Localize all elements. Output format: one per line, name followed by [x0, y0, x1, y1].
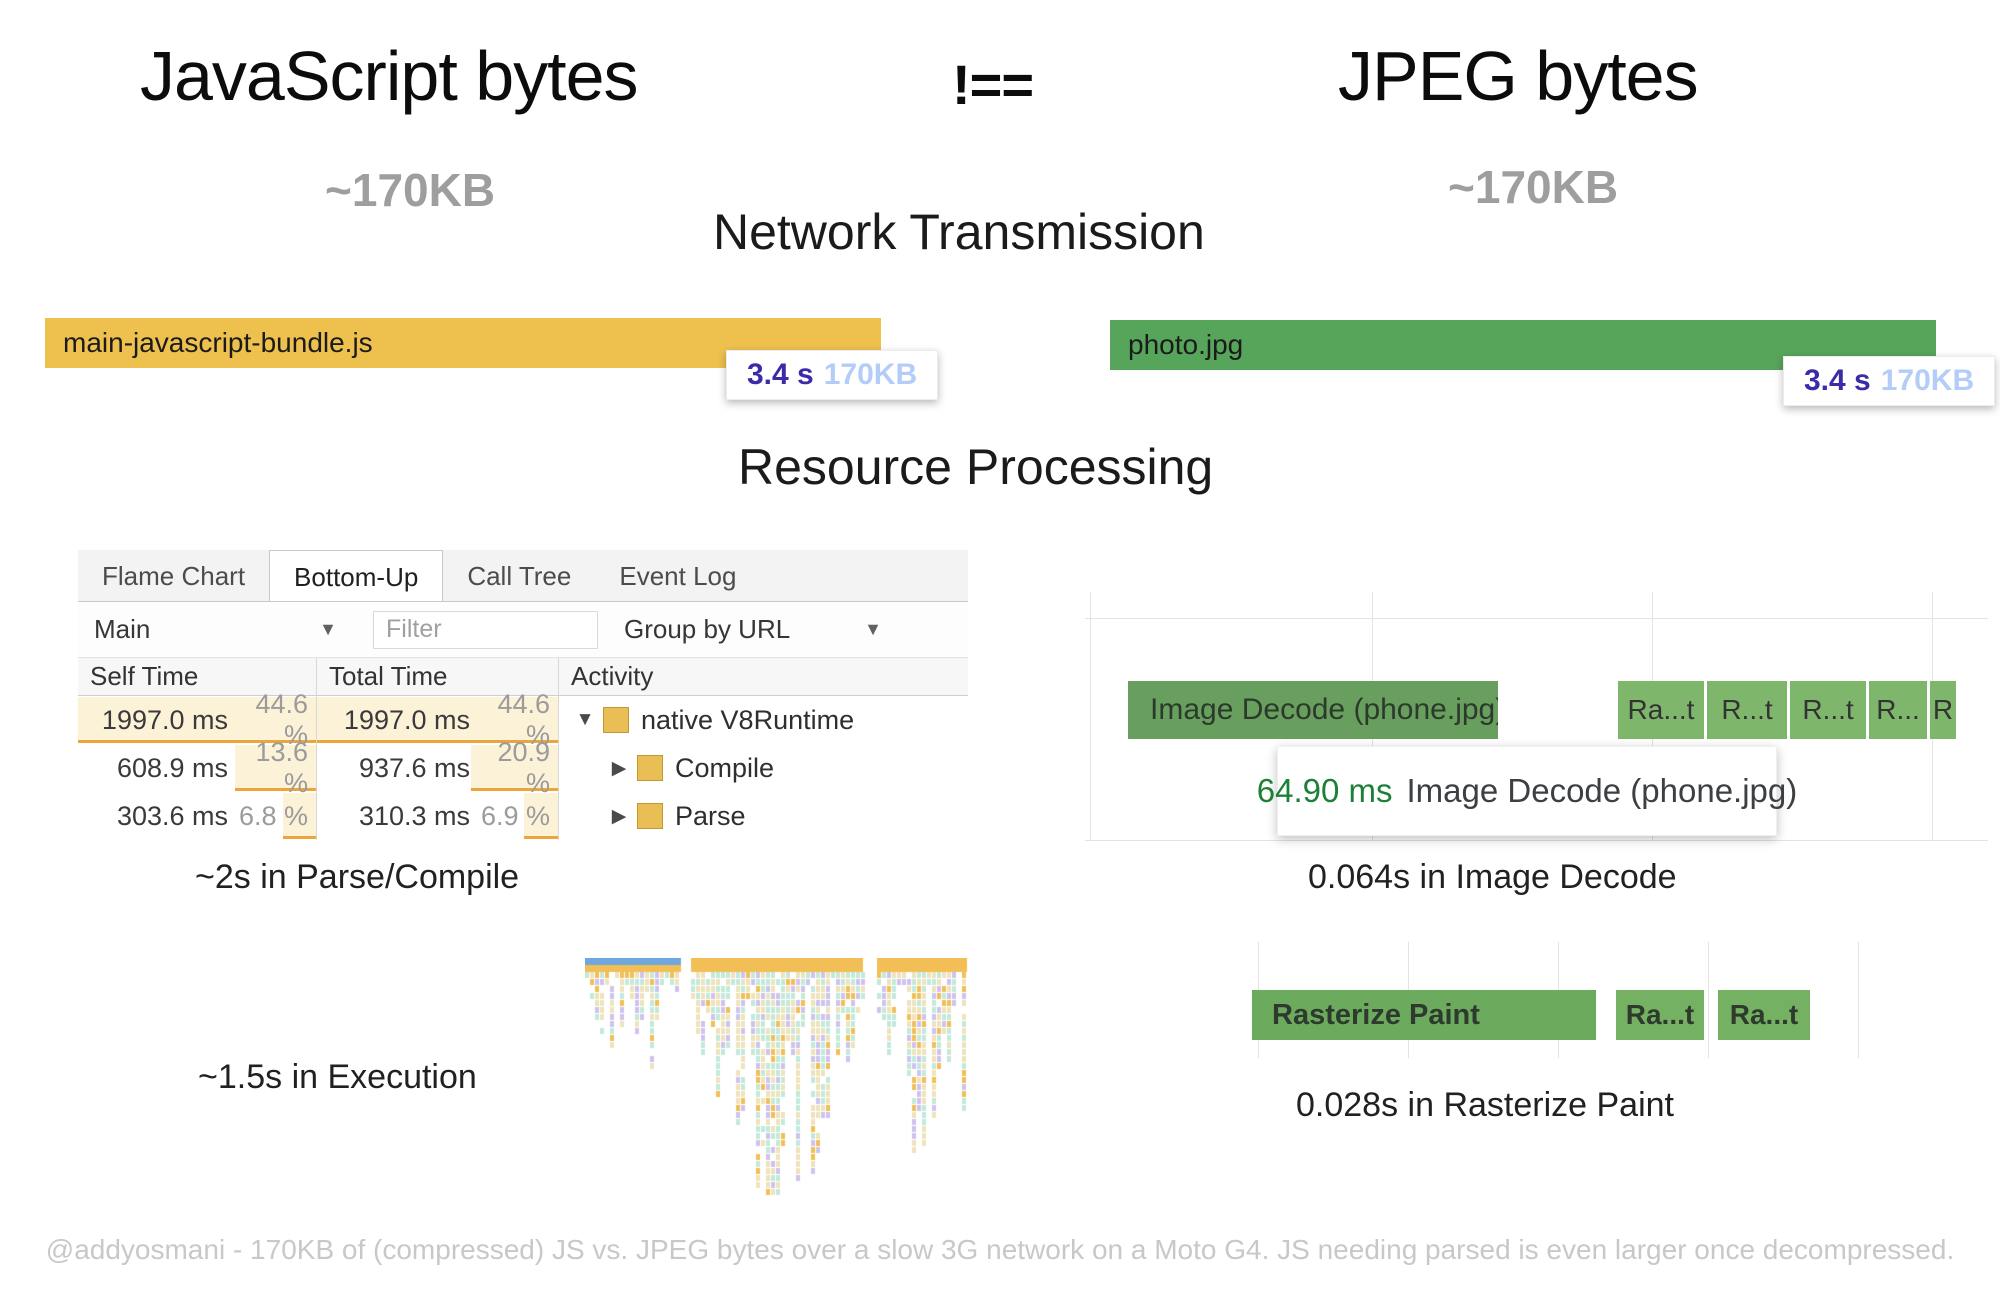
total-time-cell: 937.6 ms 20.9 %: [317, 744, 559, 792]
timeline-gridline: [1085, 840, 1988, 841]
attribution-footer: @addyosmani - 170KB of (compressed) JS v…: [0, 1234, 2000, 1266]
self-pct: 13.6 %: [228, 737, 308, 799]
timeline-gridline: [1090, 592, 1091, 840]
tab-event-log[interactable]: Event Log: [595, 550, 760, 601]
self-pct: 6.8 %: [228, 801, 308, 832]
raster-task-bar: R...t: [1790, 681, 1866, 739]
main-thread-select-value: Main: [94, 614, 150, 645]
chevron-down-icon: ▼: [319, 619, 337, 640]
rasterize-paint-caption: 0.028s in Rasterize Paint: [1296, 1086, 1674, 1125]
decode-tooltip-time: 64.90 ms: [1257, 772, 1393, 810]
jpeg-network-tooltip: 3.4 s 170KB: [1783, 356, 1995, 406]
self-ms: 1997.0 ms: [82, 705, 228, 736]
js-size-label: ~170KB: [325, 163, 495, 217]
rasterize-paint-bar: Rasterize Paint: [1252, 990, 1596, 1040]
title-jpeg-bytes: JPEG bytes: [1338, 36, 1698, 116]
jpeg-tooltip-size: 170KB: [1881, 364, 1974, 397]
activity-cell: ▶ Compile: [559, 744, 968, 792]
js-tooltip-size: 170KB: [824, 358, 917, 391]
tab-flame-chart[interactable]: Flame Chart: [78, 550, 269, 601]
total-time-cell: 310.3 ms 6.9 %: [317, 792, 559, 840]
slide-canvas: JavaScript bytes !== JPEG bytes ~170KB ~…: [0, 0, 2000, 1293]
timeline-gridline: [1085, 618, 1988, 619]
raster-task-bar: R...t: [1707, 681, 1787, 739]
devtools-tab-bar: Flame Chart Bottom-Up Call Tree Event Lo…: [78, 550, 968, 602]
js-network-bar-label: main-javascript-bundle.js: [63, 327, 373, 358]
group-by-url-select[interactable]: Group by URL ▼: [608, 614, 898, 645]
jpeg-tooltip-time: 3.4 s: [1804, 364, 1871, 397]
self-time-cell: 608.9 ms 13.6 %: [78, 744, 317, 792]
total-pct: 6.9 %: [470, 801, 550, 832]
total-pct: 20.9 %: [470, 737, 550, 799]
resource-processing-heading: Resource Processing: [738, 438, 1213, 496]
raster-task-bar: Ra...t: [1616, 990, 1704, 1040]
not-equal-operator: !==: [952, 52, 1033, 117]
main-thread-select[interactable]: Main ▼: [78, 614, 353, 645]
decode-tooltip-label: Image Decode (phone.jpg): [1407, 772, 1798, 810]
flame-chart-canvas: [585, 958, 970, 1210]
raster-task-bar: R: [1930, 681, 1956, 739]
self-ms: 303.6 ms: [82, 801, 228, 832]
raster-task-bar: R...: [1869, 681, 1927, 739]
tab-call-tree[interactable]: Call Tree: [443, 550, 595, 601]
image-decode-caption: 0.064s in Image Decode: [1308, 858, 1677, 897]
activity-label: Compile: [675, 753, 774, 784]
js-network-tooltip: 3.4 s 170KB: [726, 350, 938, 400]
expand-arrow-icon[interactable]: ▶: [603, 805, 635, 828]
total-ms: 937.6 ms: [324, 753, 470, 784]
devtools-toolbar: Main ▼ Group by URL ▼: [78, 602, 968, 658]
parse-compile-caption: ~2s in Parse/Compile: [195, 858, 519, 897]
total-ms: 1997.0 ms: [324, 705, 470, 736]
expand-arrow-icon[interactable]: ▶: [603, 757, 635, 780]
network-transmission-heading: Network Transmission: [713, 203, 1205, 261]
devtools-panel: Flame Chart Bottom-Up Call Tree Event Lo…: [78, 550, 968, 840]
raster-task-bar: Ra...t: [1618, 681, 1704, 739]
title-javascript-bytes: JavaScript bytes: [140, 36, 638, 116]
js-tooltip-time: 3.4 s: [747, 358, 814, 391]
activity-label: native V8Runtime: [641, 705, 854, 736]
timeline-gridline: [1708, 942, 1709, 1058]
tab-bottom-up[interactable]: Bottom-Up: [269, 550, 443, 601]
chevron-down-icon: ▼: [864, 619, 882, 640]
raster-task-bar: Ra...t: [1718, 990, 1810, 1040]
image-decode-tooltip: 64.90 ms Image Decode (phone.jpg): [1277, 746, 1777, 836]
group-by-url-value: Group by URL: [624, 614, 790, 645]
scripting-color-swatch: [637, 803, 663, 829]
image-decode-bar: Image Decode (phone.jpg): [1128, 681, 1498, 739]
execution-caption: ~1.5s in Execution: [198, 1058, 477, 1097]
activity-cell: ▼ native V8Runtime: [559, 696, 968, 744]
filter-input[interactable]: [373, 611, 598, 649]
activity-cell: ▶ Parse: [559, 792, 968, 840]
timeline-gridline: [1858, 942, 1859, 1058]
column-header-activity[interactable]: Activity: [559, 658, 968, 695]
self-ms: 608.9 ms: [82, 753, 228, 784]
self-time-cell: 303.6 ms 6.8 %: [78, 792, 317, 840]
scripting-color-swatch: [603, 707, 629, 733]
collapse-arrow-icon[interactable]: ▼: [569, 709, 601, 731]
scripting-color-swatch: [637, 755, 663, 781]
jpeg-size-label: ~170KB: [1448, 160, 1618, 214]
activity-label: Parse: [675, 801, 746, 832]
table-row[interactable]: 608.9 ms 13.6 % 937.6 ms 20.9 % ▶ Compil…: [78, 744, 968, 792]
jpeg-network-bar-label: photo.jpg: [1128, 329, 1243, 360]
table-row[interactable]: 303.6 ms 6.8 % 310.3 ms 6.9 % ▶ Parse: [78, 792, 968, 840]
flame-chart-thumbnail: [585, 958, 970, 1210]
total-ms: 310.3 ms: [324, 801, 470, 832]
